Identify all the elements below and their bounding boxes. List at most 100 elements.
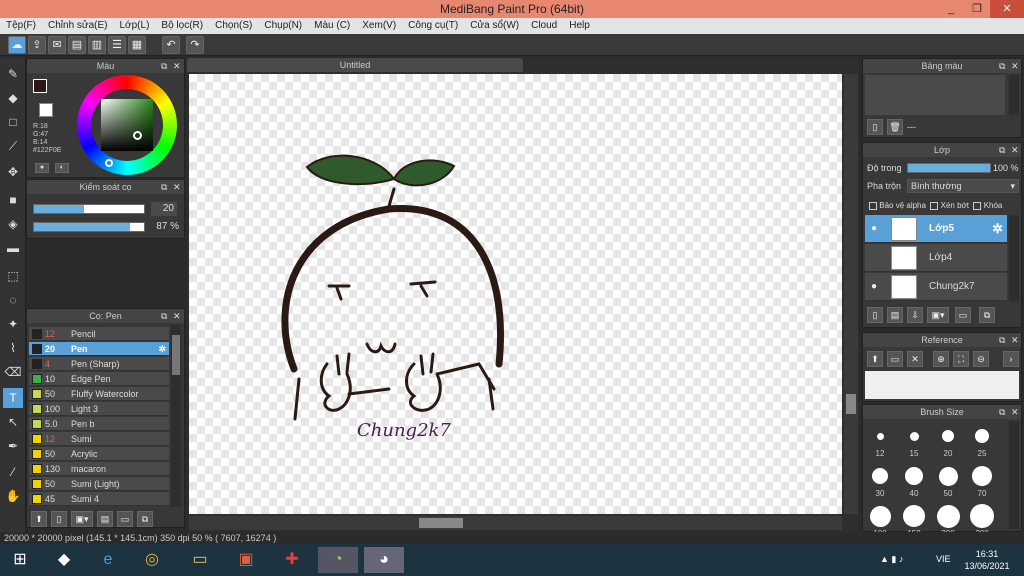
zoom-in-icon[interactable]: ⊕ — [933, 351, 949, 367]
protect-alpha-checkbox[interactable] — [869, 201, 877, 210]
brush-size-option[interactable]: 20 — [933, 423, 963, 463]
layer-item[interactable]: Lớp4 — [865, 244, 1007, 272]
blend-mode-select[interactable]: Bình thường ▾ — [907, 179, 1019, 193]
layer-item[interactable]: ● Lớp5 ✲ — [865, 215, 1007, 243]
app-green-icon[interactable]: ◔ — [318, 547, 358, 573]
popout-icon[interactable]: ⧉ — [161, 309, 167, 323]
brush-size-value[interactable]: 20 — [151, 202, 177, 216]
brush-size-option[interactable]: 50 — [933, 463, 963, 503]
eyedropper-icon[interactable]: ⁄ — [3, 462, 23, 482]
hue-ring[interactable] — [77, 75, 177, 175]
lock-checkbox[interactable] — [973, 201, 982, 210]
brush-opacity-slider[interactable] — [33, 222, 145, 232]
medibang-icon[interactable]: ◕ — [364, 547, 404, 573]
menu-color[interactable]: Màu (C) — [308, 18, 356, 34]
popout-icon[interactable]: ⧉ — [999, 59, 1005, 73]
canvas-horizontal-scrollbar[interactable] — [189, 516, 842, 530]
fit-icon[interactable]: ⛶ — [953, 351, 969, 367]
undo-icon[interactable]: ↶ — [162, 36, 180, 54]
grid-icon[interactable]: ▦ — [128, 36, 146, 54]
brush-size-option[interactable]: 40 — [899, 463, 929, 503]
swatch-add-icon[interactable]: ● — [35, 163, 49, 173]
brush-duplicate-icon[interactable]: ⧉ — [137, 511, 153, 527]
share-icon[interactable]: ⇪ — [28, 36, 46, 54]
palette-new-icon[interactable]: ▯ — [867, 119, 883, 135]
reference-close-icon[interactable]: ✕ — [907, 351, 923, 367]
close-button[interactable]: ✕ — [990, 0, 1024, 18]
list-icon[interactable]: ☰ — [108, 36, 126, 54]
cloud-icon[interactable]: ☁ — [8, 36, 26, 54]
palette-delete-icon[interactable]: 🗑 — [887, 119, 903, 135]
eye-icon[interactable]: ● — [871, 273, 877, 301]
drawing-canvas[interactable]: Chung2k7 — [189, 74, 842, 514]
close-panel-icon[interactable]: ✕ — [1011, 143, 1019, 157]
layer-merge-icon[interactable]: ⇩ — [907, 307, 923, 323]
reference-more-icon[interactable]: › — [1003, 351, 1019, 367]
move-tool-icon[interactable]: ✥ — [3, 162, 23, 182]
menu-filter[interactable]: Bộ lọc(R) — [155, 18, 209, 34]
brush-item[interactable]: 4 Pen (Sharp) — [29, 357, 169, 371]
brush-type-icon[interactable]: ▣▾ — [71, 511, 93, 527]
popout-icon[interactable]: ⧉ — [999, 143, 1005, 157]
brush-item[interactable]: 12 Pencil — [29, 327, 169, 341]
brush-size-option[interactable]: 30 — [865, 463, 895, 503]
layer-scrollbar[interactable] — [1009, 215, 1019, 301]
close-panel-icon[interactable]: ✕ — [173, 180, 181, 194]
select-rect-icon[interactable]: ⬚ — [3, 266, 23, 286]
redo-icon[interactable]: ↷ — [186, 36, 204, 54]
brush-size-scrollbar[interactable] — [1009, 421, 1019, 529]
brush-size-option[interactable]: 70 — [967, 463, 997, 503]
saturation-square[interactable] — [101, 99, 153, 151]
layer-item[interactable]: ● Chung2k7 — [865, 273, 1007, 301]
menu-cloud[interactable]: Cloud — [525, 18, 563, 34]
clip-checkbox[interactable] — [930, 201, 939, 210]
reference-canvas[interactable] — [865, 371, 1019, 399]
maximize-button[interactable]: ❐ — [966, 0, 988, 18]
brush-item[interactable]: 20 Pen ✲ — [29, 342, 169, 356]
layer-folder-icon[interactable]: ▭ — [955, 307, 971, 323]
layer-duplicate-icon[interactable]: ⧉ — [979, 307, 995, 323]
gear-icon[interactable]: ✲ — [992, 215, 1003, 243]
brush-size-option[interactable]: 12 — [865, 423, 895, 463]
language-indicator[interactable]: VIE — [936, 554, 951, 564]
brush-add-icon[interactable]: ⬆ — [31, 511, 47, 527]
color-picker-marker[interactable] — [133, 131, 142, 140]
chat-icon[interactable]: ▤ — [68, 36, 86, 54]
bluestacks-icon[interactable]: ◆ — [44, 547, 84, 573]
lasso-icon[interactable]: ◌ — [3, 290, 23, 310]
brush-item[interactable]: 50 Fluffy Watercolor — [29, 387, 169, 401]
menu-edit[interactable]: Chỉnh sửa(E) — [42, 18, 114, 34]
close-panel-icon[interactable]: ✕ — [1011, 333, 1019, 347]
clock[interactable]: 16:31 13/06/2021 — [962, 548, 1012, 572]
fill-rect-tool-icon[interactable]: ■ — [3, 190, 23, 210]
menu-view[interactable]: Xem(V) — [356, 18, 402, 34]
brush-item[interactable]: 130 macaron — [29, 462, 169, 476]
swatch-tool-icon[interactable]: ◐ — [55, 163, 69, 173]
reference-upload-icon[interactable]: ⬆ — [867, 351, 883, 367]
canvas-tab[interactable]: Untitled — [187, 58, 523, 72]
eraser-tool-icon[interactable]: ◆ — [3, 88, 23, 108]
palette-swatches[interactable] — [865, 75, 1005, 115]
menu-file[interactable]: Tệp(F) — [0, 18, 42, 34]
layer-add-menu-icon[interactable]: ▣▾ — [927, 307, 949, 323]
reference-folder-icon[interactable]: ▭ — [887, 351, 903, 367]
eye-icon[interactable]: ● — [871, 215, 877, 243]
menu-layer[interactable]: Lớp(L) — [114, 18, 156, 34]
menu-window[interactable]: Cửa sổ(W) — [464, 18, 525, 34]
brush-item[interactable]: 12 Sumi — [29, 432, 169, 446]
close-panel-icon[interactable]: ✕ — [1011, 405, 1019, 419]
file-explorer-icon[interactable]: ▭ — [180, 547, 220, 573]
popout-icon[interactable]: ⧉ — [161, 59, 167, 73]
select-pen-icon[interactable]: ⌇ — [3, 338, 23, 358]
layer-new-icon[interactable]: ▯ — [867, 307, 883, 323]
hue-marker[interactable] — [105, 159, 113, 167]
shape-tool-icon[interactable]: □ — [3, 112, 23, 132]
dot-tool-icon[interactable]: ⟋ — [3, 136, 23, 156]
sub-color-swatch[interactable] — [39, 103, 53, 117]
close-panel-icon[interactable]: ✕ — [173, 59, 181, 73]
app-icon[interactable]: ✚ — [272, 547, 312, 573]
popout-icon[interactable]: ⧉ — [999, 333, 1005, 347]
brush-item[interactable]: 50 Acrylic — [29, 447, 169, 461]
menu-tools[interactable]: Công cụ(T) — [402, 18, 464, 34]
chrome-icon[interactable]: ◎ — [132, 547, 172, 573]
